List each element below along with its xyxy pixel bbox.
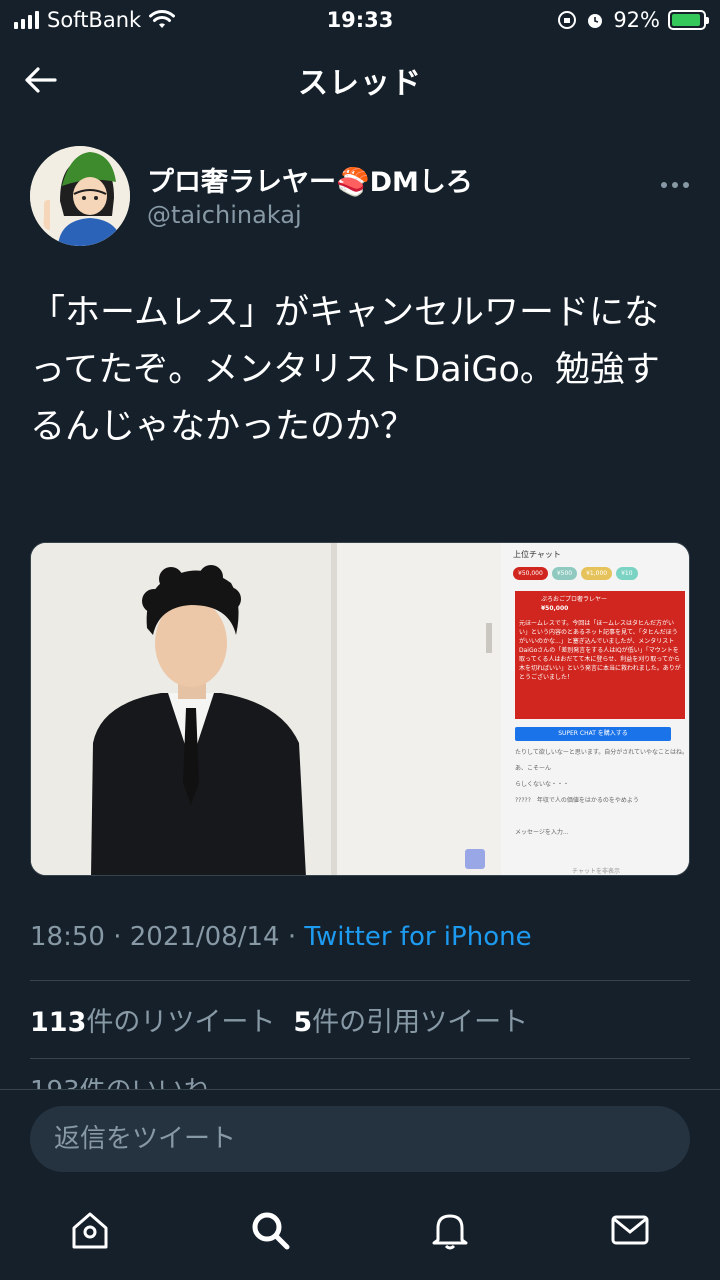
tweet-source-link[interactable]: Twitter for iPhone xyxy=(304,922,531,952)
video-frame xyxy=(31,543,501,875)
alarm-icon xyxy=(588,14,603,28)
live-chat-panel: 上位チャット ¥50,000 ¥500 ¥1,000 ¥10 ぷろおごプロ奢ラレ… xyxy=(501,543,689,875)
back-arrow-icon xyxy=(25,67,57,93)
tab-messages[interactable] xyxy=(600,1200,660,1260)
superchat-chips: ¥50,000 ¥500 ¥1,000 ¥10 xyxy=(513,567,638,580)
battery-icon xyxy=(668,10,709,30)
tweet-time: 18:50 xyxy=(30,922,105,952)
more-options-button[interactable] xyxy=(660,166,690,196)
header: スレッド xyxy=(0,40,720,120)
home-icon xyxy=(72,1212,108,1249)
chip: ¥1,000 xyxy=(581,567,613,580)
tab-search[interactable] xyxy=(240,1200,300,1260)
tab-home[interactable] xyxy=(60,1200,120,1260)
retweets-stat[interactable]: 113件のリツイート xyxy=(30,1007,275,1038)
chat-message: あ、こそーん xyxy=(515,765,552,772)
tweet-media[interactable]: 上位チャット ¥50,000 ¥500 ¥1,000 ¥10 ぷろおごプロ奢ラレ… xyxy=(30,542,690,876)
battery-level xyxy=(672,14,700,26)
wifi-icon xyxy=(149,10,176,28)
chip: ¥500 xyxy=(551,567,578,580)
chat-message: たりして欲しいなーと思います。自分がされていやなことはね。 xyxy=(515,749,689,756)
avatar-illustration xyxy=(30,146,130,246)
avatar[interactable] xyxy=(30,146,130,246)
divider xyxy=(30,980,690,981)
user-handle[interactable]: @taichinakaj xyxy=(147,201,302,229)
reply-input[interactable]: 返信をツイート xyxy=(30,1106,690,1172)
display-name[interactable]: プロ奢ラレヤー🍣DMしろ xyxy=(147,160,473,199)
retweets-count: 113 xyxy=(30,1007,87,1038)
superchat-name: ぷろおごプロ奢ラレヤー xyxy=(541,596,608,603)
reply-area: 返信をツイート xyxy=(0,1089,720,1280)
tab-bar xyxy=(0,1200,720,1270)
chat-message: らしくないな・・・ xyxy=(515,781,570,788)
quotes-label: 件の引用ツイート xyxy=(312,1007,529,1038)
chat-input: メッセージを入力... xyxy=(515,829,569,836)
status-bar: SoftBank 19:33 92% xyxy=(0,0,720,40)
chip: ¥50,000 xyxy=(513,567,548,580)
superchat-message: ぷろおごプロ奢ラレヤー ¥50,000 元ほームレスです。今回は「ほームレスはタ… xyxy=(515,591,685,719)
chip: ¥10 xyxy=(616,567,638,580)
more-icon xyxy=(661,182,689,188)
tweet-meta: 18:50 · 2021/08/14 · Twitter for iPhone xyxy=(30,922,532,952)
battery-percent: 92% xyxy=(613,8,660,32)
chat-message: ????? 年収で人の価値をはかるのをやめよう xyxy=(515,797,639,804)
superchat-text: 元ほームレスです。今回は「ほームレスはタヒんだ方がいい」という内容のとあるネット… xyxy=(519,620,681,681)
status-left: SoftBank xyxy=(14,8,176,32)
retweets-label: 件のリツイート xyxy=(86,1007,276,1038)
status-right: 92% xyxy=(557,8,709,32)
carrier-label: SoftBank xyxy=(47,8,142,32)
signal-icon xyxy=(14,11,39,29)
messages-icon xyxy=(611,1215,649,1245)
quotes-stat[interactable]: 5件の引用ツイート xyxy=(293,1007,528,1038)
superchat-button: SUPER CHAT を購入する xyxy=(515,727,671,741)
tweet-text: 「ホームレス」がキャンセルワードになってたぞ。メンタリストDaiGo。勉強するん… xyxy=(30,293,660,447)
quotes-count: 5 xyxy=(293,1007,313,1038)
superchat-amount: ¥50,000 xyxy=(541,605,569,612)
rotation-lock-icon xyxy=(558,11,577,29)
notifications-icon xyxy=(432,1214,468,1250)
back-button[interactable] xyxy=(20,62,60,98)
tab-notifications[interactable] xyxy=(420,1200,480,1260)
chat-footer: チャットを非表示 xyxy=(572,868,620,875)
tweet-date: 2021/08/14 xyxy=(129,922,280,952)
page-title: スレッド xyxy=(298,66,422,101)
search-icon xyxy=(252,1212,290,1250)
tweet-stats: 113件のリツイート 5件の引用ツイート xyxy=(30,1000,528,1039)
video-still-image xyxy=(31,543,501,875)
tweet-author: プロ奢ラレヤー🍣DMしろ @taichinakaj xyxy=(30,146,690,246)
chat-header: 上位チャット xyxy=(513,550,561,559)
divider xyxy=(30,1058,690,1059)
